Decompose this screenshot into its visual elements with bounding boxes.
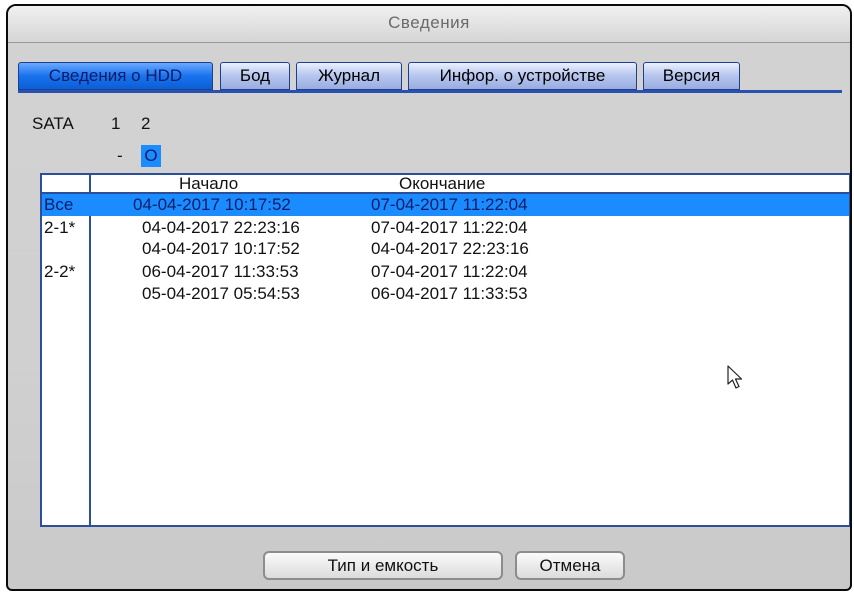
table-row[interactable]: 04-04-2017 10:17:52 04-04-2017 22:23:16	[42, 238, 849, 260]
tab-baud[interactable]: Бод	[220, 62, 290, 90]
sata-port-2-status[interactable]: O	[141, 145, 161, 167]
sata-port-2: 2	[141, 114, 151, 133]
row-id: 2-1*	[44, 218, 76, 237]
row-start: 05-04-2017 05:54:53	[142, 284, 300, 303]
info-dialog: Сведения Сведения о HDD Бод Журнал Инфор…	[6, 4, 852, 591]
row-start: 04-04-2017 10:17:52	[142, 239, 300, 258]
tab-version[interactable]: Версия	[643, 62, 740, 90]
row-id: 2-2*	[44, 262, 76, 281]
sata-label: SATA	[32, 114, 74, 133]
row-start: 04-04-2017 22:23:16	[142, 218, 300, 237]
type-capacity-button[interactable]: Тип и емкость	[263, 551, 503, 580]
column-header-end: Окончание	[399, 174, 486, 193]
row-end: 07-04-2017 11:22:04	[371, 195, 528, 214]
tab-hdd-info[interactable]: Сведения о HDD	[18, 62, 213, 90]
row-start: 04-04-2017 10:17:52	[133, 195, 291, 214]
row-start: 06-04-2017 11:33:53	[142, 262, 299, 281]
tab-device-info[interactable]: Инфор. о устройстве	[408, 62, 637, 90]
tab-log[interactable]: Журнал	[296, 62, 402, 90]
table-row[interactable]: 05-04-2017 05:54:53 06-04-2017 11:33:53	[42, 283, 849, 305]
mouse-cursor-icon	[727, 365, 743, 389]
row-id: Все	[44, 195, 74, 214]
row-end: 06-04-2017 11:33:53	[371, 284, 528, 303]
sata-port-1: 1	[111, 114, 121, 133]
table-row[interactable]: 2-1* 04-04-2017 22:23:16 07-04-2017 11:2…	[42, 217, 849, 239]
hdd-record-list[interactable]: Начало Окончание Все 04-04-2017 10:17:52…	[40, 173, 850, 527]
table-row[interactable]: 2-2* 06-04-2017 11:33:53 07-04-2017 11:2…	[42, 261, 849, 283]
row-end: 07-04-2017 11:22:04	[371, 218, 528, 237]
column-header-start: Начало	[179, 174, 239, 193]
sata-port-1-status: -	[117, 146, 123, 165]
table-row[interactable]: Все 04-04-2017 10:17:52 07-04-2017 11:22…	[42, 194, 849, 216]
tab-bar: Сведения о HDD Бод Журнал Инфор. о устро…	[18, 62, 842, 90]
cancel-button[interactable]: Отмена	[515, 551, 625, 580]
dialog-title: Сведения	[8, 6, 850, 43]
row-end: 07-04-2017 11:22:04	[371, 262, 528, 281]
row-end: 04-04-2017 22:23:16	[371, 239, 529, 258]
tab-underline	[18, 90, 842, 93]
